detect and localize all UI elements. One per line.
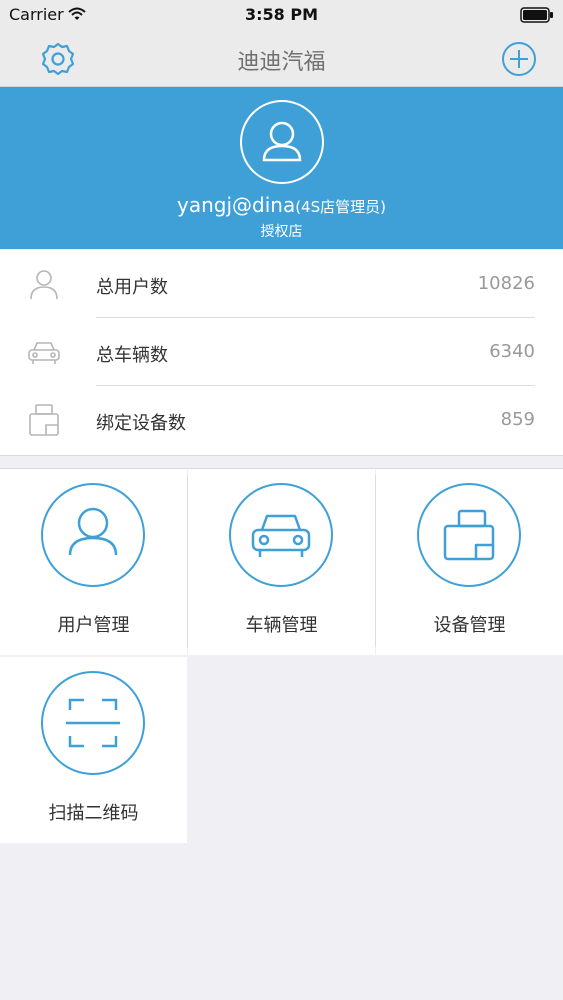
stat-label: 总用户数	[96, 277, 168, 298]
user-identity: yangj@dina(4S店管理员)	[0, 193, 563, 217]
tile-label: 设备管理	[433, 615, 506, 636]
tile-label: 用户管理	[57, 615, 130, 636]
car-icon	[251, 514, 311, 557]
car-icon	[28, 342, 60, 364]
tile-label: 扫描二维码	[48, 803, 139, 824]
tile-label: 车辆管理	[245, 615, 318, 636]
stat-value: 10826	[477, 273, 535, 294]
tile-icon-circle	[417, 483, 521, 587]
menu-tile-vehicle-management[interactable]: 车辆管理	[188, 469, 375, 655]
device-icon	[443, 509, 495, 561]
stats-list: 总用户数 10826 总车辆数 6340 绑定设备数 859	[0, 250, 563, 456]
nav-bar: 迪迪汽福	[0, 30, 563, 87]
username: yangj@dina	[177, 193, 296, 217]
stat-label: 总车辆数	[96, 345, 168, 366]
user-avatar-icon	[262, 121, 302, 162]
nav-title: 迪迪汽福	[237, 50, 326, 75]
battery-icon	[520, 7, 554, 27]
menu-tile-user-management[interactable]: 用户管理	[0, 469, 187, 655]
status-time: 3:58 PM	[244, 5, 318, 24]
add-button[interactable]	[499, 39, 539, 79]
tile-icon-circle	[41, 483, 145, 587]
tile-icon-circle	[41, 671, 145, 775]
user-icon	[30, 270, 58, 300]
menu-grid: 用户管理 车辆管理 设备管理 扫描二维码	[0, 468, 563, 843]
menu-tile-scan-qr[interactable]: 扫描二维码	[0, 657, 187, 843]
scan-icon	[66, 698, 120, 748]
store-name: 授权店	[260, 224, 303, 240]
device-icon	[29, 404, 59, 436]
user-icon	[68, 507, 118, 556]
tile-icon-circle	[229, 483, 333, 587]
stat-row-devices: 绑定设备数 859	[0, 386, 563, 454]
add-circle-icon	[502, 42, 536, 76]
profile-header: yangj@dina(4S店管理员) 授权店	[0, 87, 563, 249]
user-role: (4S店管理员)	[295, 198, 386, 216]
stat-row-cars: 总车辆数 6340	[0, 318, 563, 386]
status-bar: Carrier 3:58 PM	[0, 0, 563, 30]
stat-label: 绑定设备数	[96, 413, 186, 434]
stat-row-users: 总用户数 10826	[0, 250, 563, 318]
avatar[interactable]	[240, 100, 324, 184]
stat-value: 859	[500, 409, 535, 430]
stat-value: 6340	[489, 341, 535, 362]
menu-tile-device-management[interactable]: 设备管理	[376, 469, 563, 655]
